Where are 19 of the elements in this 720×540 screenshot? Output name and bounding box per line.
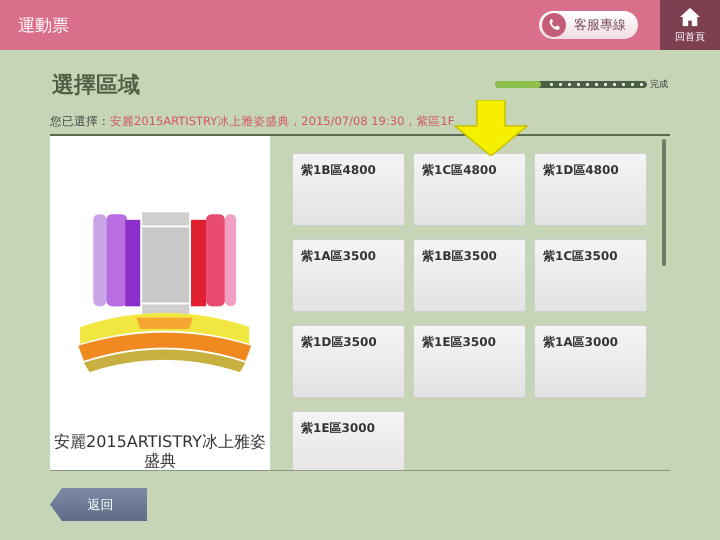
section-button[interactable]: 紫1A區3000	[534, 325, 647, 398]
page-title: 選擇區域	[52, 72, 140, 100]
section-button[interactable]: 紫1B區4800	[292, 153, 405, 226]
section-button[interactable]: 紫1C區4800	[413, 153, 526, 226]
section-button[interactable]: 紫1E區3000	[292, 411, 405, 470]
phone-icon	[542, 13, 566, 37]
section-button[interactable]: 紫1C區3500	[534, 239, 647, 312]
app-title: 運動票	[18, 14, 70, 36]
section-button[interactable]: 紫1A區3500	[292, 239, 405, 312]
section-button[interactable]: 紫1D區3500	[292, 325, 405, 398]
home-button[interactable]: 回首頁	[660, 0, 720, 50]
section-button[interactable]: 紫1B區3500	[413, 239, 526, 312]
back-button[interactable]: 返回	[50, 488, 147, 521]
event-caption: 安麗2015ARTISTRY冰上雅姿盛典	[53, 432, 267, 470]
section-button[interactable]: 紫1E區3500	[413, 325, 526, 398]
home-icon	[679, 6, 701, 26]
section-button[interactable]: 紫1D區4800	[534, 153, 647, 226]
hotline-button[interactable]: 客服專線	[539, 11, 638, 39]
progress-label: 完成	[650, 78, 668, 90]
